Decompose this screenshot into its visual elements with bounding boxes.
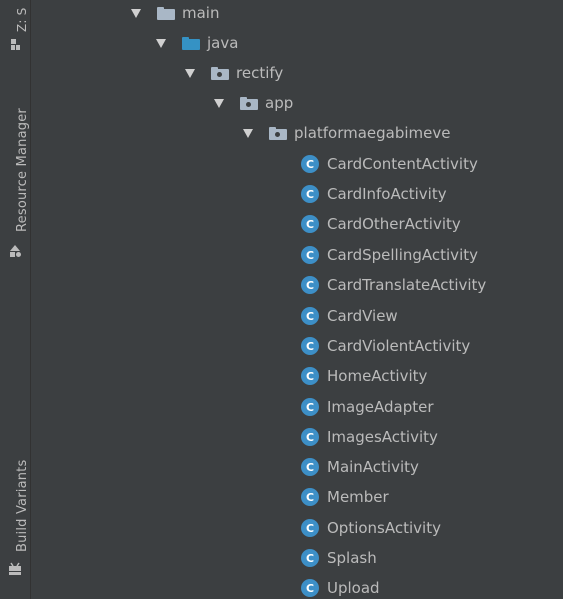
java-class-icon: C xyxy=(301,185,319,203)
java-class-icon: C xyxy=(301,398,319,416)
java-class-icon: C xyxy=(301,215,319,233)
java-class-icon: C xyxy=(301,488,319,506)
class-label: CardView xyxy=(327,307,398,325)
tree-class-item[interactable]: C CardInfoActivity xyxy=(31,179,563,209)
expanded-arrow-icon[interactable] xyxy=(131,8,141,18)
package-icon xyxy=(211,66,229,80)
class-label: CardOtherActivity xyxy=(327,215,461,233)
tree-class-item[interactable]: C CardContentActivity xyxy=(31,149,563,179)
tree-node-label: platformaegabimeve xyxy=(294,124,451,142)
tree-class-item[interactable]: C Member xyxy=(31,482,563,512)
folder-icon xyxy=(157,6,175,20)
build-variants-icon[interactable] xyxy=(8,562,22,576)
project-tree: main java rectify app platformaegabimeve xyxy=(31,0,563,599)
java-class-icon: C xyxy=(301,276,319,294)
expanded-arrow-icon[interactable] xyxy=(185,68,195,78)
project-tool-window: Z: S Resource Manager Build Variants mai… xyxy=(0,0,563,599)
java-class-icon: C xyxy=(301,155,319,173)
class-label: Member xyxy=(327,488,389,506)
class-label: ImageAdapter xyxy=(327,398,434,416)
tree-node-label: java xyxy=(207,34,239,52)
class-label: CardViolentActivity xyxy=(327,337,471,355)
java-class-icon: C xyxy=(301,519,319,537)
tree-node-platformaegabimeve[interactable]: platformaegabimeve xyxy=(31,118,563,148)
class-label: ImagesActivity xyxy=(327,428,438,446)
tree-node-app[interactable]: app xyxy=(31,88,563,118)
tree-class-item[interactable]: C CardSpellingActivity xyxy=(31,240,563,270)
class-label: CardSpellingActivity xyxy=(327,246,478,264)
build-variants-tab[interactable]: Build Variants xyxy=(15,460,30,552)
expanded-arrow-icon[interactable] xyxy=(243,128,253,138)
class-label: CardInfoActivity xyxy=(327,185,447,203)
resource-manager-tab[interactable]: Resource Manager xyxy=(15,108,30,232)
tree-node-java[interactable]: java xyxy=(31,28,563,58)
tree-class-item[interactable]: C Upload xyxy=(31,573,563,599)
tree-node-label: main xyxy=(182,4,220,22)
tree-class-item[interactable]: C HomeActivity xyxy=(31,361,563,391)
tree-class-item[interactable]: C Splash xyxy=(31,543,563,573)
left-tool-strip: Z: S Resource Manager Build Variants xyxy=(0,0,31,599)
tree-class-item[interactable]: C CardViolentActivity xyxy=(31,331,563,361)
tree-node-rectify[interactable]: rectify xyxy=(31,58,563,88)
source-folder-icon xyxy=(182,36,200,50)
java-class-icon: C xyxy=(301,337,319,355)
tree-class-item[interactable]: C OptionsActivity xyxy=(31,513,563,543)
tree-node-main[interactable]: main xyxy=(31,0,563,28)
package-icon xyxy=(240,96,258,110)
class-label: OptionsActivity xyxy=(327,519,441,537)
expanded-arrow-icon[interactable] xyxy=(156,38,166,48)
class-label: Upload xyxy=(327,579,380,597)
tree-class-item[interactable]: C ImageAdapter xyxy=(31,392,563,422)
tree-class-item[interactable]: C ImagesActivity xyxy=(31,422,563,452)
tree-node-label: app xyxy=(265,94,294,112)
tree-class-item[interactable]: C CardView xyxy=(31,301,563,331)
class-label: CardTranslateActivity xyxy=(327,276,487,294)
resource-manager-icon[interactable] xyxy=(8,244,22,258)
class-label: MainActivity xyxy=(327,458,419,476)
class-label: CardContentActivity xyxy=(327,155,478,173)
java-class-icon: C xyxy=(301,367,319,385)
java-class-icon: C xyxy=(301,246,319,264)
tree-class-item[interactable]: C CardOtherActivity xyxy=(31,209,563,239)
java-class-icon: C xyxy=(301,458,319,476)
tree-class-item[interactable]: C CardTranslateActivity xyxy=(31,270,563,300)
java-class-icon: C xyxy=(301,579,319,597)
tree-class-item[interactable]: C MainActivity xyxy=(31,452,563,482)
tree-node-label: rectify xyxy=(236,64,284,82)
java-class-icon: C xyxy=(301,549,319,567)
structure-icon[interactable] xyxy=(8,38,22,52)
java-class-icon: C xyxy=(301,307,319,325)
structure-tab-label[interactable]: Z: S xyxy=(15,8,29,33)
expanded-arrow-icon[interactable] xyxy=(214,98,224,108)
class-label: HomeActivity xyxy=(327,367,428,385)
class-label: Splash xyxy=(327,549,377,567)
package-icon xyxy=(269,126,287,140)
java-class-icon: C xyxy=(301,428,319,446)
